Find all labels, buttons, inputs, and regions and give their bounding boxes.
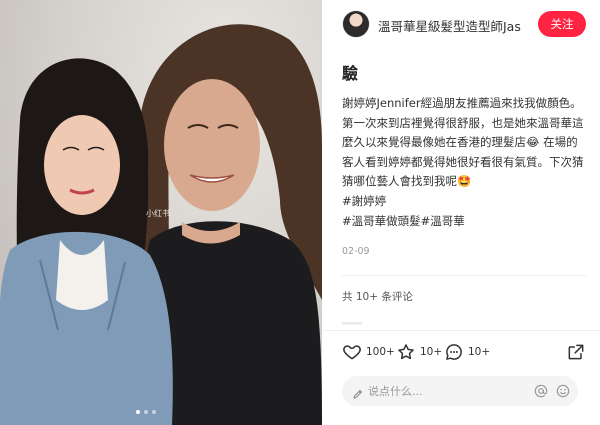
carousel-dot[interactable]: [136, 410, 140, 414]
comment-count: 共 10+ 条评论: [342, 291, 413, 303]
heart-icon: [342, 342, 362, 362]
like-count: 100+: [366, 346, 395, 358]
author-name[interactable]: 溫哥華星級髮型造型師Jas: [378, 16, 521, 35]
share-button[interactable]: [566, 342, 586, 366]
collect-button[interactable]: 10+: [396, 342, 442, 362]
xiaohongshu-watermark: 小红书: [146, 209, 170, 218]
divider: [342, 275, 587, 276]
post-body-line: 謝婷婷Jennifer經過朋友推薦過來找我做顏色。: [342, 96, 582, 110]
collect-count: 10+: [420, 346, 443, 358]
post-body-line: 麼久以來覺得最像她在香港的理髮店😂 在場的: [342, 135, 578, 150]
like-button[interactable]: 100+: [342, 342, 395, 362]
hashtag-link[interactable]: #溫哥華做頭髮#溫哥華: [342, 212, 598, 232]
post-detail-panel: 溫哥華星級髮型造型師Jas 关注 驗 謝婷婷Jennifer經過朋友推薦過來找我…: [322, 0, 600, 425]
comment-button[interactable]: 10+: [444, 342, 490, 362]
carousel-indicator[interactable]: [136, 410, 156, 414]
author-avatar[interactable]: [342, 10, 370, 38]
post-body-line: 第一次來到店裡覺得很舒服，也是她來溫哥華這: [342, 115, 584, 130]
hashtag-link[interactable]: #謝婷婷: [342, 192, 598, 212]
comment-input-box[interactable]: [342, 376, 578, 406]
comment-count-label: 10+: [468, 346, 491, 358]
comment-fade: [322, 316, 600, 330]
post-body: 謝婷婷Jennifer經過朋友推薦過來找我做顏色。 第一次來到店裡覺得很舒服，也…: [342, 94, 598, 231]
follow-button[interactable]: 关注: [538, 11, 586, 37]
pencil-icon: [352, 385, 364, 404]
post-date: 02-09: [342, 246, 370, 257]
at-icon[interactable]: [533, 383, 549, 403]
post-body-line: 猜哪位藝人會找到我呢🤩: [342, 174, 472, 189]
action-bar: 100+ 10+ 10+: [322, 330, 600, 374]
post-title: 驗: [342, 64, 359, 83]
carousel-dot[interactable]: [152, 410, 156, 414]
comment-input[interactable]: [368, 382, 508, 400]
post-header: 溫哥華星級髮型造型師Jas 关注: [322, 0, 600, 48]
post-body-line: 客人看到婷婷都覺得她很好看很有氣質。下次猜: [342, 154, 584, 169]
share-icon: [566, 344, 586, 366]
smiley-icon[interactable]: [555, 383, 571, 403]
carousel-dot[interactable]: [144, 410, 148, 414]
chat-bubble-icon: [444, 342, 464, 362]
star-icon: [396, 342, 416, 362]
post-photo[interactable]: 小红书: [0, 0, 322, 425]
